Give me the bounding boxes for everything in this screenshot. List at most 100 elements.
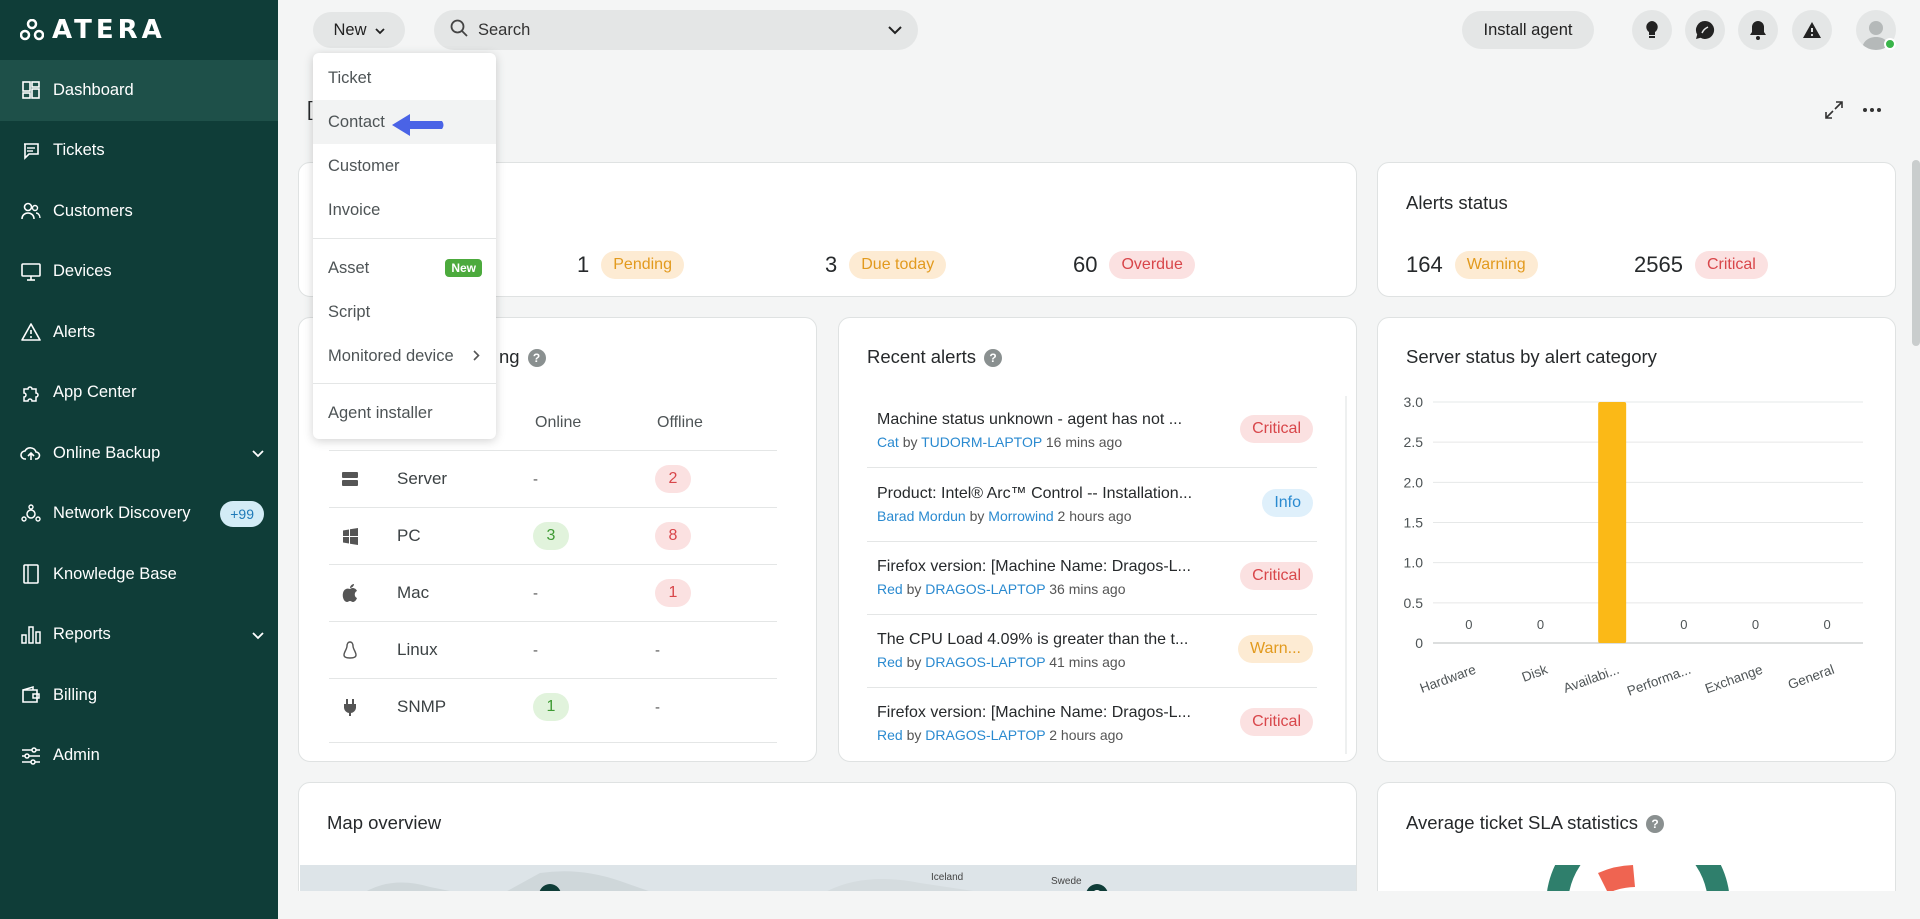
- page-scrollbar[interactable]: [1912, 160, 1920, 346]
- server-status-card: Server status by alert category 0 0.5 1.0 1…: [1377, 317, 1896, 762]
- list-item[interactable]: Firefox version: [Machine Name: Dragos-L…: [867, 542, 1317, 615]
- menu-item-agent-installer[interactable]: Agent installer: [313, 391, 496, 435]
- y-tick-label: 2.0: [1404, 474, 1424, 490]
- online-badge: 1: [533, 693, 569, 721]
- online-count[interactable]: 3: [533, 522, 569, 550]
- due-today-stat[interactable]: 3 Due today: [825, 251, 947, 279]
- menu-item-invoice[interactable]: Invoice: [313, 188, 496, 232]
- table-row[interactable]: SNMP 1 -: [329, 678, 777, 735]
- expand-icon[interactable]: [1820, 98, 1848, 122]
- sidebar-item-knowledge-base[interactable]: Knowledge Base: [0, 544, 278, 605]
- menu-item-script[interactable]: Script: [313, 290, 496, 334]
- sidebar-item-network-discovery[interactable]: Network Discovery +99: [0, 484, 278, 545]
- sidebar-item-billing[interactable]: Billing: [0, 665, 278, 726]
- customer-link[interactable]: Red: [877, 654, 903, 670]
- atera-logo[interactable]: ATERA: [0, 0, 278, 60]
- device-type: Mac: [397, 583, 430, 602]
- device-link[interactable]: DRAGOS-LAPTOP: [925, 727, 1045, 743]
- customer-link[interactable]: Barad Mordun: [877, 508, 966, 524]
- book-icon: [20, 563, 42, 585]
- table-row[interactable]: Linux - -: [329, 621, 777, 678]
- critical-badge: Critical: [1694, 251, 1768, 279]
- lightbulb-icon[interactable]: [1632, 10, 1672, 50]
- new-button-label: New: [333, 20, 367, 39]
- pending-stat[interactable]: 1 Pending: [577, 251, 684, 279]
- menu-item-asset[interactable]: Asset New: [313, 246, 496, 290]
- sidebar-item-dashboard[interactable]: Dashboard: [0, 60, 278, 121]
- more-options-icon[interactable]: [1858, 98, 1886, 122]
- overdue-stat[interactable]: 60 Overdue: [1073, 251, 1195, 279]
- list-item[interactable]: Product: Intel® Arc™ Control -- Installa…: [867, 469, 1317, 542]
- online-badge: 3: [533, 522, 569, 550]
- device-link[interactable]: TUDORM-LAPTOP: [921, 434, 1042, 450]
- offline-count[interactable]: 1: [655, 579, 691, 607]
- chevron-down-icon[interactable]: [888, 21, 902, 40]
- help-icon[interactable]: ?: [1646, 815, 1665, 834]
- menu-item-monitored-device[interactable]: Monitored device: [313, 334, 496, 378]
- offline-count[interactable]: 2: [655, 465, 691, 493]
- alert-title: The CPU Load 4.09% is greater than the t…: [877, 631, 1189, 648]
- data-label: 0: [1752, 617, 1759, 632]
- alert-meta: Cat by TUDORM-LAPTOP 16 mins ago: [877, 434, 1122, 450]
- offline-count[interactable]: 8: [655, 522, 691, 550]
- table-row[interactable]: Mac - 1: [329, 564, 777, 621]
- alerts-scrollbar[interactable]: [1345, 396, 1347, 754]
- device-type: Linux: [397, 640, 438, 659]
- table-row[interactable]: PC 3 8: [329, 507, 777, 564]
- online-count[interactable]: 1: [533, 693, 569, 721]
- due-today-count: 3: [825, 252, 838, 277]
- chat-icon[interactable]: [1685, 10, 1725, 50]
- alert-time: 36 mins ago: [1049, 581, 1126, 597]
- pending-count: 1: [577, 252, 590, 277]
- list-item[interactable]: Machine status unknown - agent has not .…: [867, 395, 1317, 468]
- sidebar-item-online-backup[interactable]: Online Backup: [0, 423, 278, 484]
- sidebar-item-devices[interactable]: Devices: [0, 242, 278, 303]
- map-label-sweden: Swede: [1051, 876, 1082, 887]
- device-link[interactable]: Morrowind: [988, 508, 1053, 524]
- recent-alerts-title-text: Recent alerts: [867, 346, 976, 367]
- sidebar-item-app-center[interactable]: App Center: [0, 363, 278, 424]
- sidebar-item-label: Online Backup: [53, 443, 161, 462]
- warning-icon[interactable]: [1792, 10, 1832, 50]
- list-item[interactable]: Firefox version: [Machine Name: Dragos-L…: [867, 688, 1317, 761]
- device-type: Server: [397, 469, 448, 488]
- sidebar-item-reports[interactable]: Reports: [0, 605, 278, 666]
- bar-chart-icon: [20, 624, 42, 646]
- new-button[interactable]: New: [313, 12, 405, 48]
- due-today-badge: Due today: [849, 251, 947, 279]
- critical-stat[interactable]: 2565 Critical: [1634, 251, 1768, 279]
- alert-meta: Barad Mordun by Morrowind 2 hours ago: [877, 508, 1132, 524]
- list-item[interactable]: The CPU Load 4.09% is greater than the t…: [867, 615, 1317, 688]
- install-agent-button[interactable]: Install agent: [1462, 11, 1594, 49]
- sidebar-item-admin[interactable]: Admin: [0, 726, 278, 787]
- device-link[interactable]: DRAGOS-LAPTOP: [925, 654, 1045, 670]
- data-label: 0: [1537, 617, 1544, 632]
- sidebar-item-label: Alerts: [53, 322, 96, 341]
- new-badge: New: [445, 259, 482, 277]
- sidebar-item-customers[interactable]: Customers: [0, 181, 278, 242]
- warning-badge: Warning: [1454, 251, 1538, 279]
- sidebar-item-tickets[interactable]: Tickets: [0, 121, 278, 182]
- severity-badge: Warn...: [1238, 635, 1313, 663]
- help-icon[interactable]: ?: [984, 349, 1002, 368]
- data-label: 0: [1824, 617, 1831, 632]
- customer-link[interactable]: Cat: [877, 434, 899, 450]
- search-bar[interactable]: Search: [434, 10, 918, 50]
- help-icon[interactable]: ?: [527, 349, 546, 368]
- device-link[interactable]: DRAGOS-LAPTOP: [925, 581, 1045, 597]
- warning-stat[interactable]: 164 Warning: [1406, 251, 1538, 279]
- sidebar-item-alerts[interactable]: Alerts: [0, 302, 278, 363]
- severity-badge: Critical: [1240, 415, 1313, 443]
- table-row[interactable]: Server - 2: [329, 450, 777, 507]
- cloud-upload-icon: [20, 442, 42, 464]
- customer-link[interactable]: Red: [877, 581, 903, 597]
- menu-item-ticket[interactable]: Ticket: [313, 56, 496, 100]
- data-label: 0: [1680, 617, 1687, 632]
- customer-link[interactable]: Red: [877, 727, 903, 743]
- search-input[interactable]: Search: [478, 21, 878, 40]
- menu-item-customer[interactable]: Customer: [313, 144, 496, 188]
- ticket-icon: [20, 140, 42, 162]
- sidebar-item-label: Tickets: [53, 141, 105, 160]
- search-icon: [450, 19, 468, 42]
- bell-icon[interactable]: [1738, 10, 1778, 50]
